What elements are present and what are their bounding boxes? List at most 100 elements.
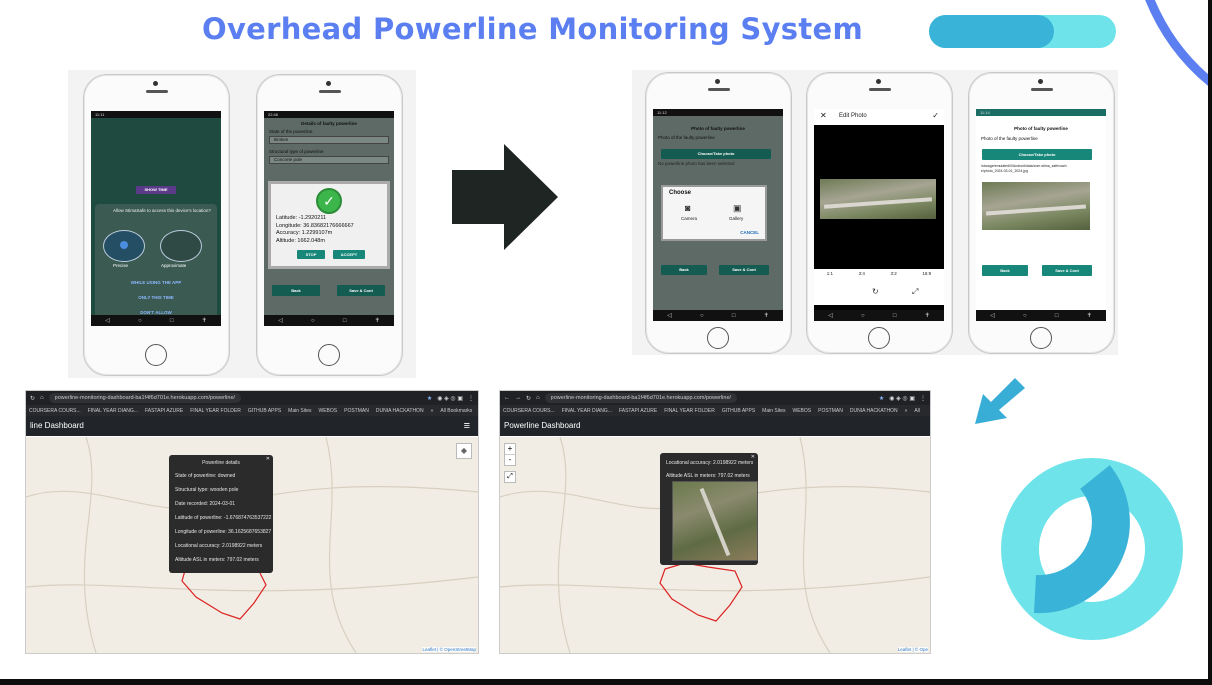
popup-close-icon[interactable]: ✕ (266, 456, 270, 462)
save-cont-button[interactable]: Save & Cont (719, 265, 769, 275)
recents-nav-icon[interactable]: □ (343, 318, 347, 324)
accessibility-icon[interactable]: ✝ (1087, 312, 1092, 319)
reload-icon[interactable]: ↻ (526, 395, 531, 402)
home-icon[interactable]: ⌂ (536, 395, 540, 401)
all-bookmarks[interactable]: All (914, 408, 920, 414)
zoom-out-button[interactable]: - (505, 455, 515, 465)
menu-icon[interactable]: ⋮ (468, 395, 478, 402)
back-nav-icon[interactable]: ◁ (278, 317, 283, 324)
phone-home-button[interactable] (318, 344, 340, 366)
address-bar[interactable]: powerline-monitoring-dashboard-ba1f4f6d7… (544, 393, 738, 403)
phone-home-button[interactable] (145, 344, 167, 366)
bookmark-item[interactable]: COURSERA COURS... (29, 408, 81, 414)
map-view[interactable]: + - ⤢ Locational accuracy: 2.0198922 met… (500, 436, 930, 653)
ratio-option[interactable]: 16:9 (922, 271, 931, 276)
accessibility-icon[interactable]: ✝ (375, 317, 380, 324)
home-nav-icon[interactable]: ○ (700, 313, 704, 319)
bookmark-item[interactable]: Main Sites (762, 408, 785, 414)
show-time-button[interactable]: SHOW TIME (136, 186, 176, 194)
only-this-time-button[interactable]: ONLY THIS TIME (95, 295, 217, 301)
phone-home-button[interactable] (707, 327, 729, 349)
stop-button[interactable]: STOP (297, 250, 325, 259)
bookmark-item[interactable]: POSTMAN (344, 408, 369, 414)
bookmark-item[interactable]: POSTMAN (818, 408, 843, 414)
home-icon[interactable]: ⌂ (40, 395, 44, 401)
back-nav-icon[interactable]: ◁ (105, 317, 110, 324)
home-nav-icon[interactable]: ○ (1023, 313, 1027, 319)
phone-home-button[interactable] (868, 327, 890, 349)
all-bookmarks[interactable]: All Bookmarks (440, 408, 472, 414)
camera-icon[interactable]: ◙ (685, 203, 690, 213)
gallery-option[interactable]: Gallery (729, 216, 743, 222)
back-nav-icon[interactable]: ◁ (828, 312, 833, 319)
bookmark-item[interactable]: FINAL YEAR FOLDER (190, 408, 241, 414)
bookmark-item[interactable]: COURSERA COURS... (503, 408, 555, 414)
back-button[interactable]: Back (661, 265, 707, 275)
save-cont-button[interactable]: Save & Cont (1042, 265, 1092, 276)
recents-nav-icon[interactable]: □ (732, 313, 736, 319)
save-cont-button[interactable]: Save & Cont (337, 285, 385, 296)
while-using-button[interactable]: WHILE USING THE APP (95, 280, 217, 286)
choose-photo-button[interactable]: Choose/Take photo (982, 149, 1092, 160)
close-icon[interactable]: ✕ (820, 111, 827, 120)
address-bar[interactable]: powerline-monitoring-dashboard-ba1f4f6d7… (48, 393, 242, 403)
map-attribution[interactable]: Leaflet | © Ope (897, 647, 928, 652)
menu-icon[interactable]: ⋮ (920, 395, 930, 402)
back-button[interactable]: Back (982, 265, 1028, 276)
gallery-icon[interactable]: ▣ (733, 203, 742, 214)
accept-button[interactable]: ACCEPT (333, 250, 365, 259)
bookmark-item[interactable]: FASTAPI AZURE (145, 408, 183, 414)
choose-photo-button[interactable]: Choose/Take photo (661, 149, 771, 159)
back-nav-icon[interactable]: ◁ (990, 312, 995, 319)
forward-arrow-icon[interactable]: → (515, 395, 521, 401)
bookmark-item[interactable]: FASTAPI AZURE (619, 408, 657, 414)
reload-icon[interactable]: ↻ (30, 395, 35, 402)
back-arrow-icon[interactable]: ← (504, 395, 510, 401)
home-nav-icon[interactable]: ○ (138, 318, 142, 324)
bookmark-item[interactable]: FINAL YEAR DIANG... (88, 408, 138, 414)
popup-close-icon[interactable]: ✕ (751, 454, 755, 460)
camera-option[interactable]: Camera (681, 216, 697, 222)
star-icon[interactable]: ★ (427, 395, 432, 402)
bookmarks-overflow[interactable]: » (905, 408, 908, 414)
accessibility-icon[interactable]: ✝ (925, 312, 930, 319)
approximate-map-icon[interactable] (160, 230, 202, 262)
home-nav-icon[interactable]: ○ (311, 318, 315, 324)
bookmark-item[interactable]: GITHUB APPS (248, 408, 281, 414)
bookmark-item[interactable]: DUNIA HACKATHON (850, 408, 898, 414)
accessibility-icon[interactable]: ✝ (764, 312, 769, 319)
bookmark-item[interactable]: GITHUB APPS (722, 408, 755, 414)
back-button[interactable]: Back (272, 285, 320, 296)
ratio-option[interactable]: 3:4 (859, 271, 865, 276)
layers-icon[interactable]: ◆ (456, 443, 472, 459)
bookmark-item[interactable]: DUNIA HACKATHON (376, 408, 424, 414)
confirm-check-icon[interactable]: ✓ (932, 111, 939, 120)
recents-nav-icon[interactable]: □ (1055, 313, 1059, 319)
fullscreen-icon[interactable]: ⤢ (504, 471, 516, 483)
extensions-icon[interactable]: ◉ ◈ ◎ ▣ (889, 395, 915, 402)
phone-home-button[interactable] (1030, 327, 1052, 349)
map-view[interactable]: ◆ Powerline details State of powerline: … (26, 436, 478, 653)
bookmark-item[interactable]: FINAL YEAR FOLDER (664, 408, 715, 414)
structural-select[interactable]: Concrete pole (269, 156, 389, 164)
map-attribution[interactable]: Leaflet | © OpenStreetMap (422, 647, 476, 652)
hamburger-icon[interactable]: ≡ (464, 416, 470, 436)
home-nav-icon[interactable]: ○ (861, 313, 865, 319)
bookmark-item[interactable]: Main Sites (288, 408, 311, 414)
recents-nav-icon[interactable]: □ (893, 313, 897, 319)
precise-map-icon[interactable] (103, 230, 145, 262)
bookmarks-overflow[interactable]: » (431, 408, 434, 414)
ratio-option[interactable]: 3:2 (891, 271, 897, 276)
recents-nav-icon[interactable]: □ (170, 318, 174, 324)
back-nav-icon[interactable]: ◁ (667, 312, 672, 319)
bookmark-item[interactable]: FINAL YEAR DIANG... (562, 408, 612, 414)
bookmark-item[interactable]: WEBOS (793, 408, 812, 414)
state-select[interactable]: Broken (269, 136, 389, 144)
fullscreen-icon[interactable]: ⤢ (912, 287, 918, 297)
zoom-in-button[interactable]: + (505, 444, 515, 455)
bookmark-item[interactable]: WEBOS (319, 408, 338, 414)
extensions-icon[interactable]: ◉ ◈ ◎ ▣ (437, 395, 463, 402)
cancel-button[interactable]: CANCEL (740, 230, 759, 236)
star-icon[interactable]: ★ (879, 395, 884, 402)
accessibility-icon[interactable]: ✝ (202, 317, 207, 324)
